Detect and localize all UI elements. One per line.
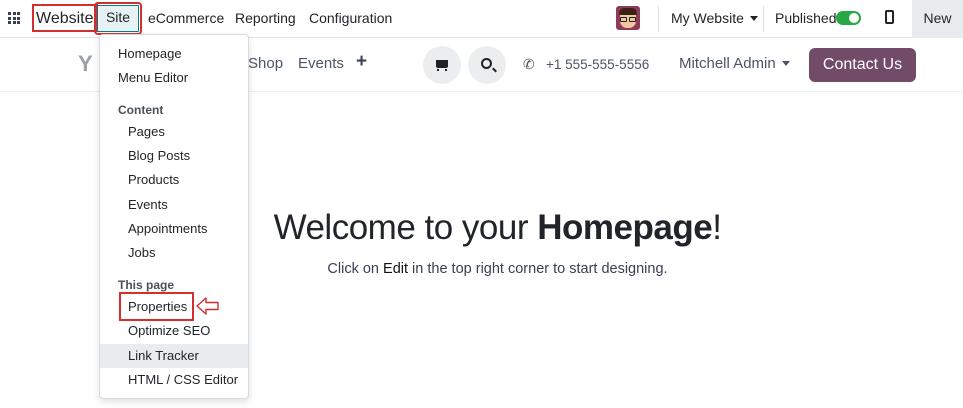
menu-item-pages[interactable]: Pages	[100, 120, 248, 144]
menu-configuration[interactable]: Configuration	[309, 0, 392, 38]
phone-number[interactable]: +1 555-555-5556	[546, 57, 649, 72]
apps-grid-icon[interactable]	[8, 12, 20, 24]
user-menu[interactable]: Mitchell Admin	[679, 55, 790, 72]
menu-item-menu-editor[interactable]: Menu Editor	[100, 66, 248, 90]
welcome-prefix: Welcome to your	[273, 208, 538, 247]
arrow-annotation	[196, 297, 219, 315]
published-toggle[interactable]	[836, 11, 861, 25]
published-label: Published	[775, 10, 837, 26]
hint-suffix: in the top right corner to start designi…	[408, 261, 668, 277]
website-logo[interactable]: Y	[78, 51, 93, 77]
nav-events[interactable]: Events	[298, 55, 344, 72]
menu-item-link-tracker[interactable]: Link Tracker	[100, 344, 248, 368]
menu-item-appointments[interactable]: Appointments	[100, 217, 248, 241]
cart-icon	[436, 60, 448, 71]
search-button[interactable]	[468, 46, 506, 84]
section-header-content: Content	[118, 103, 164, 117]
nav-shop[interactable]: Shop	[248, 55, 283, 72]
user-name: Mitchell Admin	[679, 55, 776, 72]
divider	[658, 6, 659, 32]
site-dropdown-menu: Homepage Menu Editor Content Pages Blog …	[99, 34, 249, 399]
menu-item-products[interactable]: Products	[100, 168, 248, 192]
plus-icon[interactable]: +	[356, 52, 367, 72]
menu-item-jobs[interactable]: Jobs	[100, 241, 248, 265]
cart-button[interactable]	[423, 46, 461, 84]
menu-item-events[interactable]: Events	[100, 193, 248, 217]
hint-bold: Edit	[383, 261, 409, 277]
new-button[interactable]: New	[912, 0, 963, 38]
section-header-this-page: This page	[118, 278, 175, 292]
properties-highlight-box	[119, 292, 194, 321]
menu-item-optimize-seo[interactable]: Optimize SEO	[100, 319, 248, 343]
welcome-bold: Homepage	[537, 208, 713, 247]
search-icon	[481, 58, 492, 69]
menu-item-homepage[interactable]: Homepage	[100, 42, 248, 66]
app-name[interactable]: Website	[32, 4, 98, 32]
phone-icon: ✆	[523, 56, 535, 72]
contact-us-button[interactable]: Contact Us	[809, 48, 916, 82]
welcome-suffix: !	[712, 208, 722, 247]
website-selector-label: My Website	[671, 10, 744, 26]
menu-item-blog-posts[interactable]: Blog Posts	[100, 144, 248, 168]
menu-item-html-css-editor[interactable]: HTML / CSS Editor	[100, 368, 248, 392]
menu-reporting[interactable]: Reporting	[235, 0, 296, 38]
caret-down-icon	[781, 61, 790, 66]
hint-prefix: Click on	[327, 261, 384, 277]
menu-site[interactable]: Site	[94, 2, 142, 35]
mobile-preview-icon[interactable]	[885, 10, 894, 24]
menu-ecommerce[interactable]: eCommerce	[148, 0, 224, 38]
avatar[interactable]	[616, 6, 640, 30]
caret-down-icon	[749, 16, 758, 21]
website-selector[interactable]: My Website	[671, 0, 758, 38]
divider	[763, 6, 764, 32]
top-navbar: Website Site eCommerce Reporting Configu…	[0, 0, 963, 38]
